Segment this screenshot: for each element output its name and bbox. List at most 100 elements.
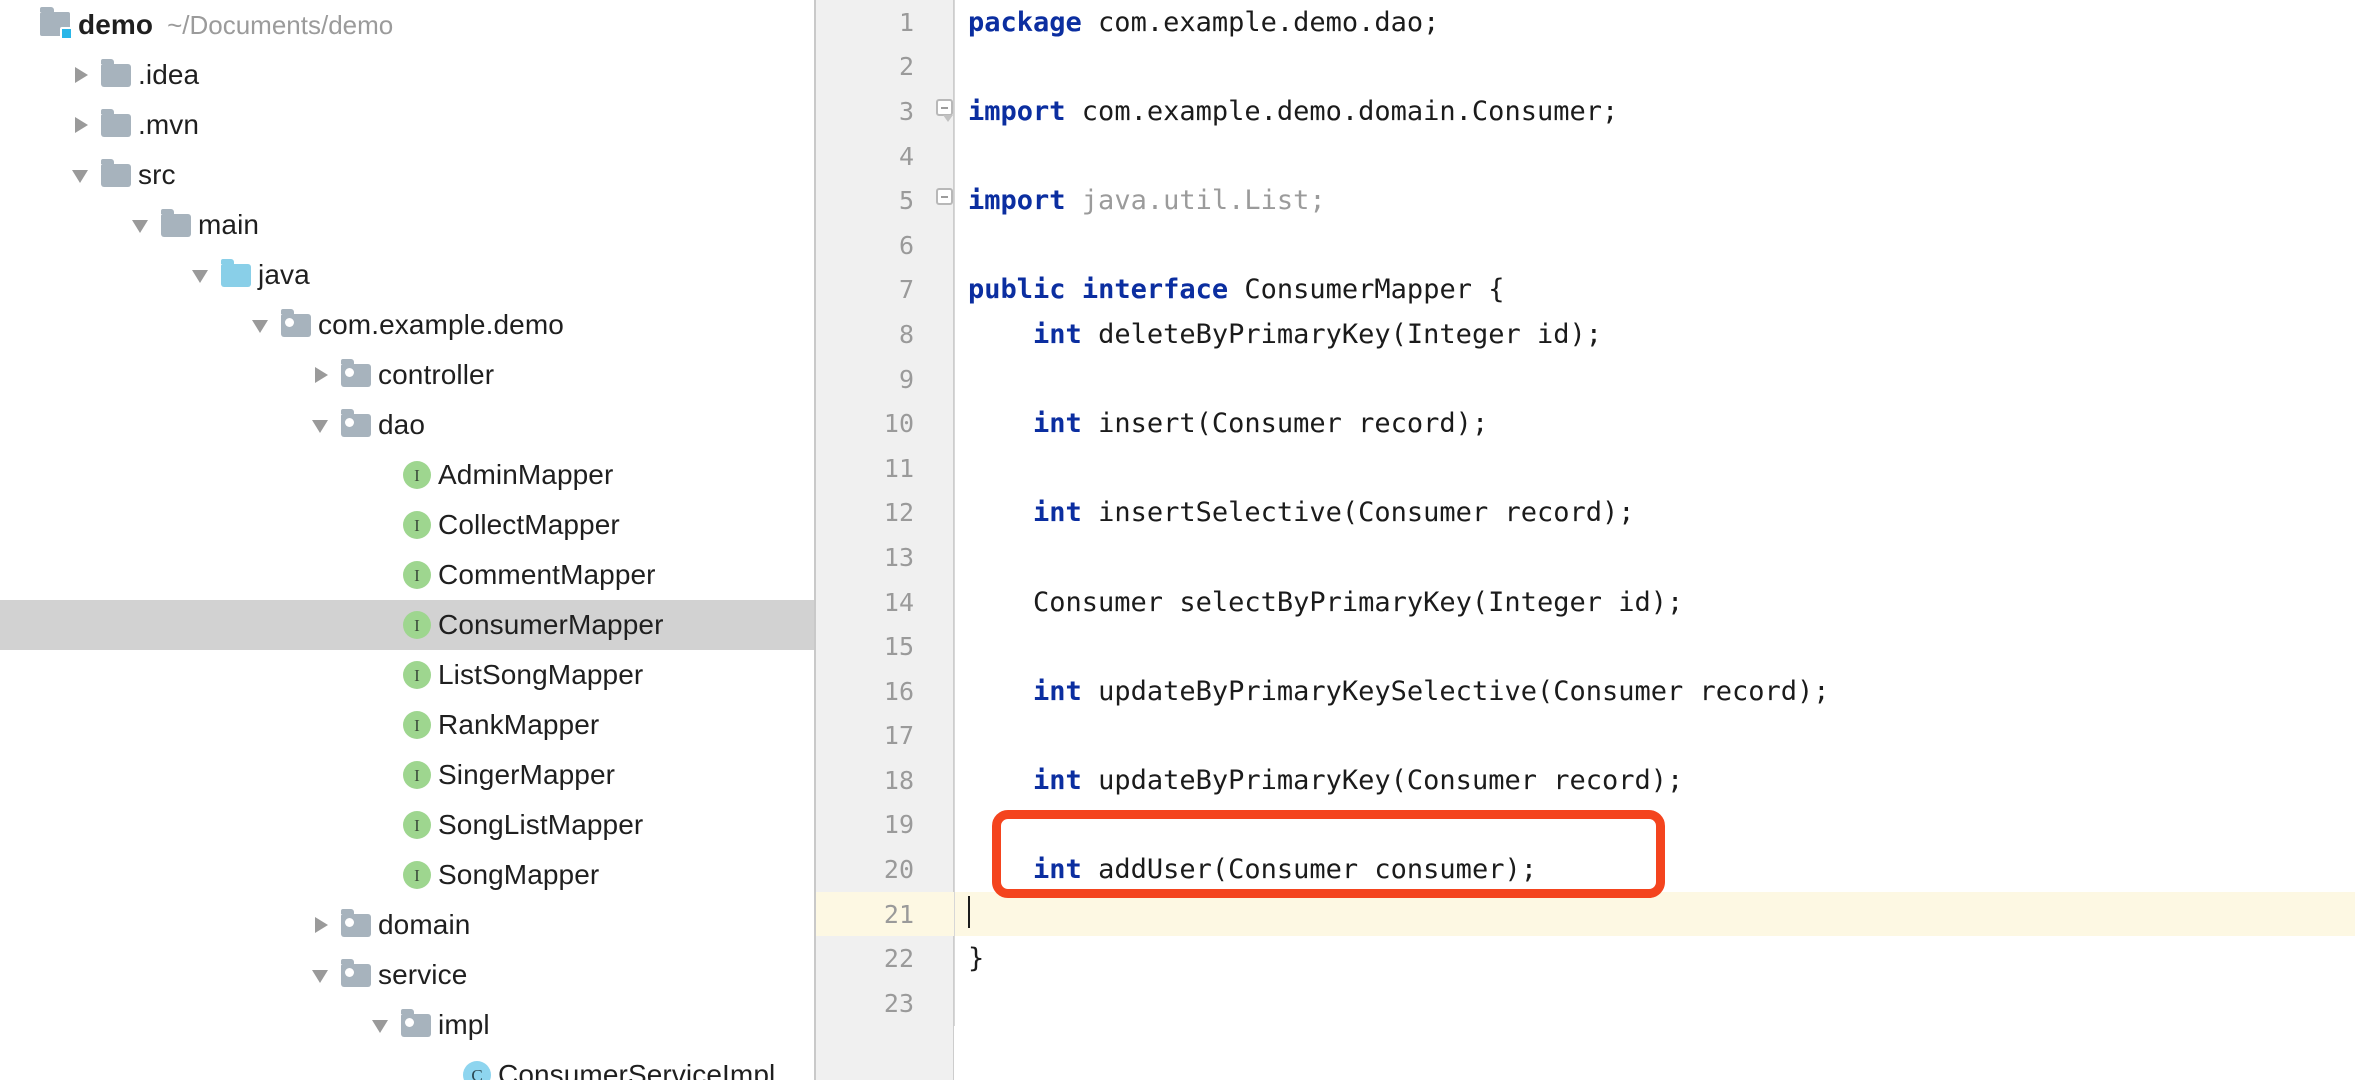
line-number[interactable]: 8 [816, 320, 934, 349]
tree-row[interactable]: I AdminMapper [0, 450, 814, 500]
code-line[interactable]: 3 import com.example.demo.domain.Consumer… [816, 89, 2355, 134]
code-line-text[interactable]: public interface ConsumerMapper { [956, 276, 2355, 303]
line-number[interactable]: 2 [816, 52, 934, 81]
code-line[interactable]: 5 import java.util.List; [816, 178, 2355, 223]
line-number[interactable]: 13 [816, 543, 934, 572]
line-number[interactable]: 20 [816, 855, 934, 884]
tree-row[interactable]: java [0, 250, 814, 300]
code-line-text[interactable]: int deleteByPrimaryKey(Integer id); [956, 321, 2355, 348]
code-line-text[interactable]: import com.example.demo.domain.Consumer; [956, 98, 2355, 125]
project-tree-panel[interactable]: demo ~/Documents/demo .idea .mvn src main java… [0, 0, 816, 1080]
code-line-text[interactable]: int insertSelective(Consumer record); [956, 499, 2355, 526]
code-line-text[interactable]: int updateByPrimaryKey(Consumer record); [956, 767, 2355, 794]
tree-row[interactable]: .idea [0, 50, 814, 100]
tree-row[interactable]: I RankMapper [0, 700, 814, 750]
code-line[interactable]: 14 Consumer selectByPrimaryKey(Integer i… [816, 579, 2355, 625]
tree-item-label: ConsumerServiceImpl [498, 1059, 776, 1080]
code-line[interactable]: 16 int updateByPrimaryKeySelective(Consu… [816, 668, 2355, 714]
code-line[interactable]: 21 [816, 891, 2355, 937]
chevron-down-icon[interactable] [128, 212, 154, 238]
chevron-down-icon[interactable] [188, 262, 214, 288]
tree-row[interactable]: impl [0, 1000, 814, 1050]
code-line-text[interactable]: int addUser(Consumer consumer); [956, 856, 2355, 883]
line-number[interactable]: 10 [816, 409, 934, 438]
code-line[interactable]: 13 [816, 535, 2355, 580]
tree-row[interactable]: C ConsumerServiceImpl [0, 1050, 814, 1080]
code-line[interactable]: 23 [816, 981, 2355, 1026]
code-line[interactable]: 7 public interface ConsumerMapper { [816, 267, 2355, 313]
code-line[interactable]: 2 [816, 44, 2355, 90]
chevron-down-icon[interactable] [248, 312, 274, 338]
tree-row[interactable]: main [0, 200, 814, 250]
tree-row[interactable]: controller [0, 350, 814, 400]
line-number[interactable]: 1 [816, 8, 934, 37]
code-line[interactable]: 1 package com.example.demo.dao; [816, 0, 2355, 45]
code-fold-toggle-icon[interactable] [934, 89, 956, 134]
line-number[interactable]: 19 [816, 810, 934, 839]
line-number[interactable]: 7 [816, 275, 934, 304]
tree-row[interactable]: I SingerMapper [0, 750, 814, 800]
chevron-down-icon[interactable] [308, 962, 334, 988]
line-number[interactable]: 11 [816, 454, 934, 483]
code-editor[interactable]: 1 package com.example.demo.dao; 2 3 import c… [816, 0, 2355, 1080]
line-number[interactable]: 12 [816, 498, 934, 527]
code-content[interactable]: 1 package com.example.demo.dao; 2 3 import c… [816, 0, 2355, 1080]
tree-row[interactable]: .mvn [0, 100, 814, 150]
code-line-text[interactable]: Consumer selectByPrimaryKey(Integer id); [956, 589, 2355, 616]
line-number[interactable]: 18 [816, 766, 934, 795]
code-line[interactable]: 20 int addUser(Consumer consumer); [816, 847, 2355, 892]
code-fold-toggle-icon[interactable] [934, 178, 956, 223]
line-number[interactable]: 5 [816, 186, 934, 215]
tree-row[interactable]: I ListSongMapper [0, 650, 814, 700]
code-line-text[interactable]: int updateByPrimaryKeySelective(Consumer… [956, 678, 2355, 705]
chevron-down-icon[interactable] [308, 412, 334, 438]
line-number[interactable]: 9 [816, 365, 934, 394]
code-line[interactable]: 9 [816, 356, 2355, 402]
line-number[interactable]: 3 [816, 97, 934, 126]
code-line[interactable]: 15 [816, 624, 2355, 669]
line-number[interactable]: 16 [816, 677, 934, 706]
code-line-text[interactable] [956, 896, 2355, 930]
line-number[interactable]: 17 [816, 721, 934, 750]
chevron-right-icon[interactable] [68, 112, 94, 138]
code-line-text[interactable]: package com.example.demo.dao; [956, 9, 2355, 36]
code-line-text[interactable]: } [956, 945, 2355, 972]
code-line[interactable]: 18 int updateByPrimaryKey(Consumer recor… [816, 758, 2355, 803]
tree-row[interactable]: src [0, 150, 814, 200]
code-line-text[interactable]: int insert(Consumer record); [956, 410, 2355, 437]
text-caret [968, 896, 970, 929]
tree-row[interactable]: demo ~/Documents/demo [0, 0, 814, 50]
fold-gutter-spacer [934, 802, 956, 848]
tree-row[interactable]: I CollectMapper [0, 500, 814, 550]
tree-row[interactable]: dao [0, 400, 814, 450]
code-line[interactable]: 8 int deleteByPrimaryKey(Integer id); [816, 312, 2355, 357]
chevron-down-icon[interactable] [68, 162, 94, 188]
line-number[interactable]: 23 [816, 989, 934, 1018]
line-number[interactable]: 4 [816, 142, 934, 171]
tree-row[interactable]: I SongMapper [0, 850, 814, 900]
tree-row[interactable]: I ConsumerMapper [0, 600, 814, 650]
tree-row[interactable]: com.example.demo [0, 300, 814, 350]
code-line[interactable]: 11 [816, 445, 2355, 491]
line-number[interactable]: 21 [816, 900, 934, 929]
code-line[interactable]: 4 [816, 133, 2355, 179]
code-line[interactable]: 17 [816, 713, 2355, 759]
line-number[interactable]: 22 [816, 944, 934, 973]
tree-row[interactable]: I SongListMapper [0, 800, 814, 850]
tree-row[interactable]: domain [0, 900, 814, 950]
line-number[interactable]: 14 [816, 588, 934, 617]
code-line[interactable]: 22} [816, 936, 2355, 982]
chevron-right-icon[interactable] [68, 62, 94, 88]
line-number[interactable]: 15 [816, 632, 934, 661]
tree-row[interactable]: service [0, 950, 814, 1000]
chevron-down-icon[interactable] [368, 1012, 394, 1038]
chevron-right-icon[interactable] [308, 912, 334, 938]
line-number[interactable]: 6 [816, 231, 934, 260]
code-line[interactable]: 10 int insert(Consumer record); [816, 401, 2355, 446]
chevron-right-icon[interactable] [308, 362, 334, 388]
code-line[interactable]: 12 int insertSelective(Consumer record); [816, 490, 2355, 536]
code-line[interactable]: 6 [816, 222, 2355, 268]
code-line-text[interactable]: import java.util.List; [956, 187, 2355, 214]
code-line[interactable]: 19 [816, 802, 2355, 848]
tree-row[interactable]: I CommentMapper [0, 550, 814, 600]
